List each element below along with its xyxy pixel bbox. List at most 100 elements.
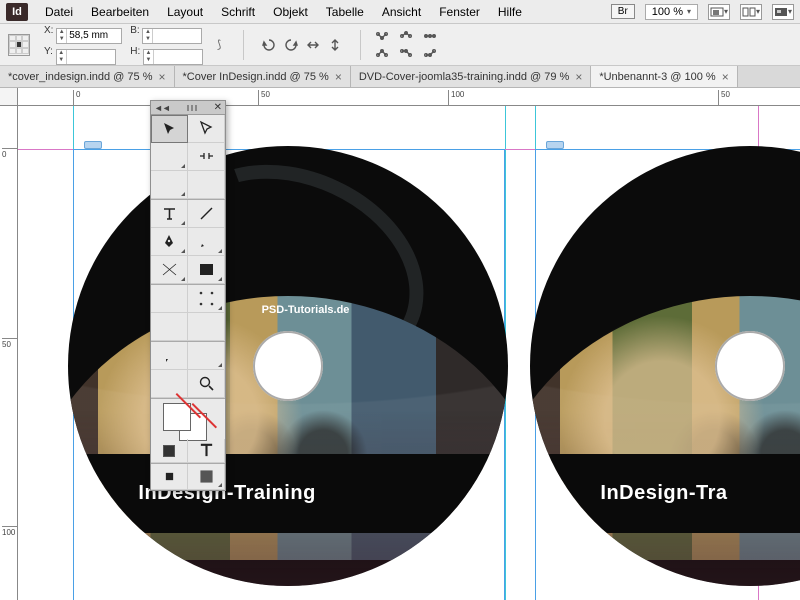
rotate-cw-icon[interactable] xyxy=(280,35,302,55)
canvas[interactable]: PSD-Tutorials.de InDesign-Training InDes… xyxy=(18,106,800,600)
gradient-feather-tool[interactable] xyxy=(188,313,225,341)
x-label: X: xyxy=(44,25,53,36)
ruler-tick: 50 xyxy=(2,338,18,349)
doc-tab-4[interactable]: *Unbenannt-3 @ 100 % × xyxy=(591,66,737,87)
content-placer-tool[interactable] xyxy=(188,171,225,199)
align-icon-3[interactable] xyxy=(423,29,441,43)
align-icon-2[interactable] xyxy=(399,29,417,43)
document-tabs: *cover_indesign.indd @ 75 % × *Cover InDe… xyxy=(0,66,800,88)
tools-panel-header[interactable]: ◄◄ ✕ xyxy=(151,101,225,115)
workspace-button[interactable]: ▾ xyxy=(772,4,794,20)
reference-point[interactable] xyxy=(8,34,30,56)
align-icon-6[interactable] xyxy=(423,46,441,60)
gradient-swatch-tool[interactable] xyxy=(151,313,188,341)
close-icon[interactable]: × xyxy=(158,70,165,84)
align-icon-5[interactable] xyxy=(399,46,417,60)
close-icon[interactable]: × xyxy=(722,70,729,84)
ruler-tick: 50 xyxy=(718,90,730,106)
rectangle-frame-tool[interactable] xyxy=(151,256,188,284)
y-label: Y: xyxy=(44,46,53,57)
y-field[interactable]: ▲▼ xyxy=(56,49,116,65)
type-tool[interactable] xyxy=(151,200,188,228)
hand-tool[interactable] xyxy=(151,370,188,398)
menu-tabelle[interactable]: Tabelle xyxy=(317,5,373,19)
disc-title-band: InDesign-Training xyxy=(68,454,508,533)
menu-objekt[interactable]: Objekt xyxy=(264,5,317,19)
fill-swatch[interactable] xyxy=(163,403,191,431)
menu-hilfe[interactable]: Hilfe xyxy=(489,5,531,19)
h-field[interactable]: ▲▼ xyxy=(143,49,203,65)
menu-ansicht[interactable]: Ansicht xyxy=(373,5,430,19)
ruler-tick: 100 xyxy=(2,526,18,537)
disc-title-band: InDesign-Tra xyxy=(530,454,800,533)
y-input[interactable] xyxy=(67,50,115,64)
close-icon[interactable]: ✕ xyxy=(214,102,222,113)
close-icon[interactable]: × xyxy=(575,70,582,84)
dvd-label-1[interactable]: PSD-Tutorials.de InDesign-Training xyxy=(68,146,508,586)
menu-bearbeiten[interactable]: Bearbeiten xyxy=(82,5,158,19)
ruler-tick: 0 xyxy=(73,90,80,106)
selection-tool[interactable] xyxy=(151,115,188,143)
doc-tab-label: *Cover InDesign.indd @ 75 % xyxy=(183,71,329,83)
align-distribute-icons xyxy=(375,29,441,60)
x-field[interactable]: ▲▼ xyxy=(56,28,122,44)
doc-tab-label: *Unbenannt-3 @ 100 % xyxy=(599,71,715,83)
h-input[interactable] xyxy=(154,50,202,64)
zoom-level[interactable]: 100 % ▾ xyxy=(645,4,698,20)
view-mode-preview[interactable] xyxy=(188,464,225,490)
menu-schrift[interactable]: Schrift xyxy=(212,5,264,19)
w-field[interactable]: ▲▼ xyxy=(142,28,202,44)
flip-h-icon[interactable] xyxy=(302,35,324,55)
doc-tab-label: *cover_indesign.indd @ 75 % xyxy=(8,71,152,83)
screen-mode-button[interactable]: ▾ xyxy=(708,4,730,20)
apply-container-button[interactable] xyxy=(151,439,188,463)
rectangle-tool[interactable] xyxy=(188,256,225,284)
align-icon-4[interactable] xyxy=(375,46,393,60)
w-label: B: xyxy=(130,25,139,36)
w-input[interactable] xyxy=(153,29,201,43)
free-transform-tool[interactable] xyxy=(188,285,225,313)
menu-layout[interactable]: Layout xyxy=(158,5,212,19)
pen-tool[interactable] xyxy=(151,228,188,256)
constrain-proportions-icon[interactable]: ⟆ xyxy=(217,38,229,51)
eyedropper-tool[interactable] xyxy=(188,342,225,370)
menu-fenster[interactable]: Fenster xyxy=(430,5,489,19)
horizontal-ruler[interactable]: 0 50 100 50 xyxy=(18,88,800,106)
ruler-tick: 100 xyxy=(448,90,464,106)
divider xyxy=(243,30,244,60)
direct-selection-tool[interactable] xyxy=(188,115,225,143)
flip-v-icon[interactable] xyxy=(324,35,346,55)
note-tool[interactable] xyxy=(151,342,188,370)
bridge-button[interactable]: Br xyxy=(611,4,635,19)
page-tool[interactable] xyxy=(151,143,188,171)
apply-text-button[interactable] xyxy=(188,439,225,463)
doc-tab-1[interactable]: *cover_indesign.indd @ 75 % × xyxy=(0,66,175,87)
rotate-ccw-icon[interactable] xyxy=(258,35,280,55)
pencil-tool[interactable] xyxy=(188,228,225,256)
position-fields: X: ▲▼ B: ▲▼ Y: ▲▼ H: ▲▼ xyxy=(44,25,203,65)
h-label: H: xyxy=(130,46,140,57)
doc-tab-2[interactable]: *Cover InDesign.indd @ 75 % × xyxy=(175,66,351,87)
fill-stroke-swatch[interactable] xyxy=(151,399,225,439)
dvd-label-2[interactable]: InDesign-Tra xyxy=(530,146,800,586)
align-icon-1[interactable] xyxy=(375,29,393,43)
ruler-tick: 50 xyxy=(258,90,270,106)
zoom-value: 100 % xyxy=(652,6,683,18)
zoom-tool[interactable] xyxy=(188,370,225,398)
view-mode-normal[interactable] xyxy=(151,464,188,490)
line-tool[interactable] xyxy=(188,200,225,228)
divider xyxy=(360,30,361,60)
content-collector-tool[interactable] xyxy=(151,171,188,199)
collapse-icon[interactable]: ◄◄ xyxy=(154,103,170,113)
scissors-tool[interactable] xyxy=(151,285,188,313)
doc-tab-3[interactable]: DVD-Cover-joomla35-training.indd @ 79 %× xyxy=(351,66,592,87)
arrange-docs-button[interactable]: ▾ xyxy=(740,4,762,20)
disc-title: InDesign-Tra xyxy=(600,482,727,505)
tools-panel[interactable]: ◄◄ ✕ xyxy=(150,100,226,491)
close-icon[interactable]: × xyxy=(335,70,342,84)
x-input[interactable] xyxy=(67,29,121,43)
menu-datei[interactable]: Datei xyxy=(36,5,82,19)
gap-tool[interactable] xyxy=(188,143,225,171)
vertical-ruler[interactable]: 0 50 100 xyxy=(0,106,18,600)
ruler-origin[interactable] xyxy=(0,88,18,106)
